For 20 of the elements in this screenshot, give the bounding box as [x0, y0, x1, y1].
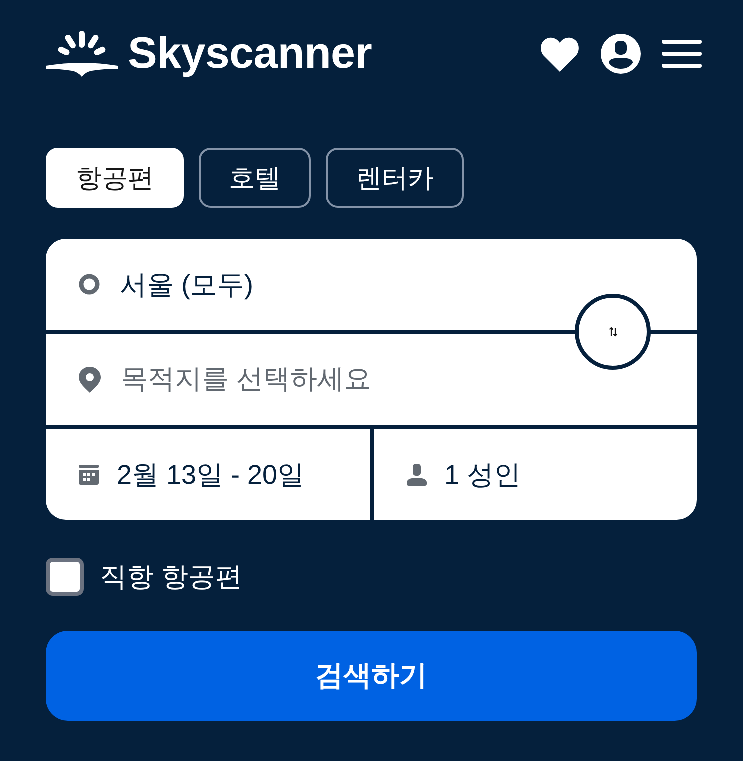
origin-ring-icon: [79, 274, 100, 295]
heart-icon[interactable]: [540, 36, 580, 72]
direct-flights-label: 직항 항공편: [100, 561, 243, 594]
person-icon: [406, 464, 426, 486]
category-tab[interactable]: 렌터카: [326, 148, 464, 208]
menu-icon[interactable]: [662, 40, 702, 68]
direct-flights-checkbox[interactable]: [46, 558, 84, 596]
category-tab[interactable]: 항공편: [46, 148, 184, 208]
dates-field[interactable]: 2월 13일 - 20일: [46, 429, 370, 520]
profile-icon[interactable]: [601, 34, 641, 74]
logo-wordmark: Skyscanner: [128, 28, 372, 80]
travellers-field[interactable]: 1 성인: [374, 429, 697, 520]
search-button[interactable]: 검색하기: [46, 631, 697, 721]
origin-input[interactable]: 서울 (모두): [120, 264, 527, 304]
category-tab[interactable]: 호텔: [199, 148, 311, 208]
logo-sun-icon: [46, 30, 118, 78]
location-pin-icon: [79, 366, 101, 392]
swap-arrows-icon: [608, 327, 618, 337]
destination-input[interactable]: 목적지를 선택하세요: [121, 360, 527, 400]
calendar-icon: [79, 464, 99, 484]
